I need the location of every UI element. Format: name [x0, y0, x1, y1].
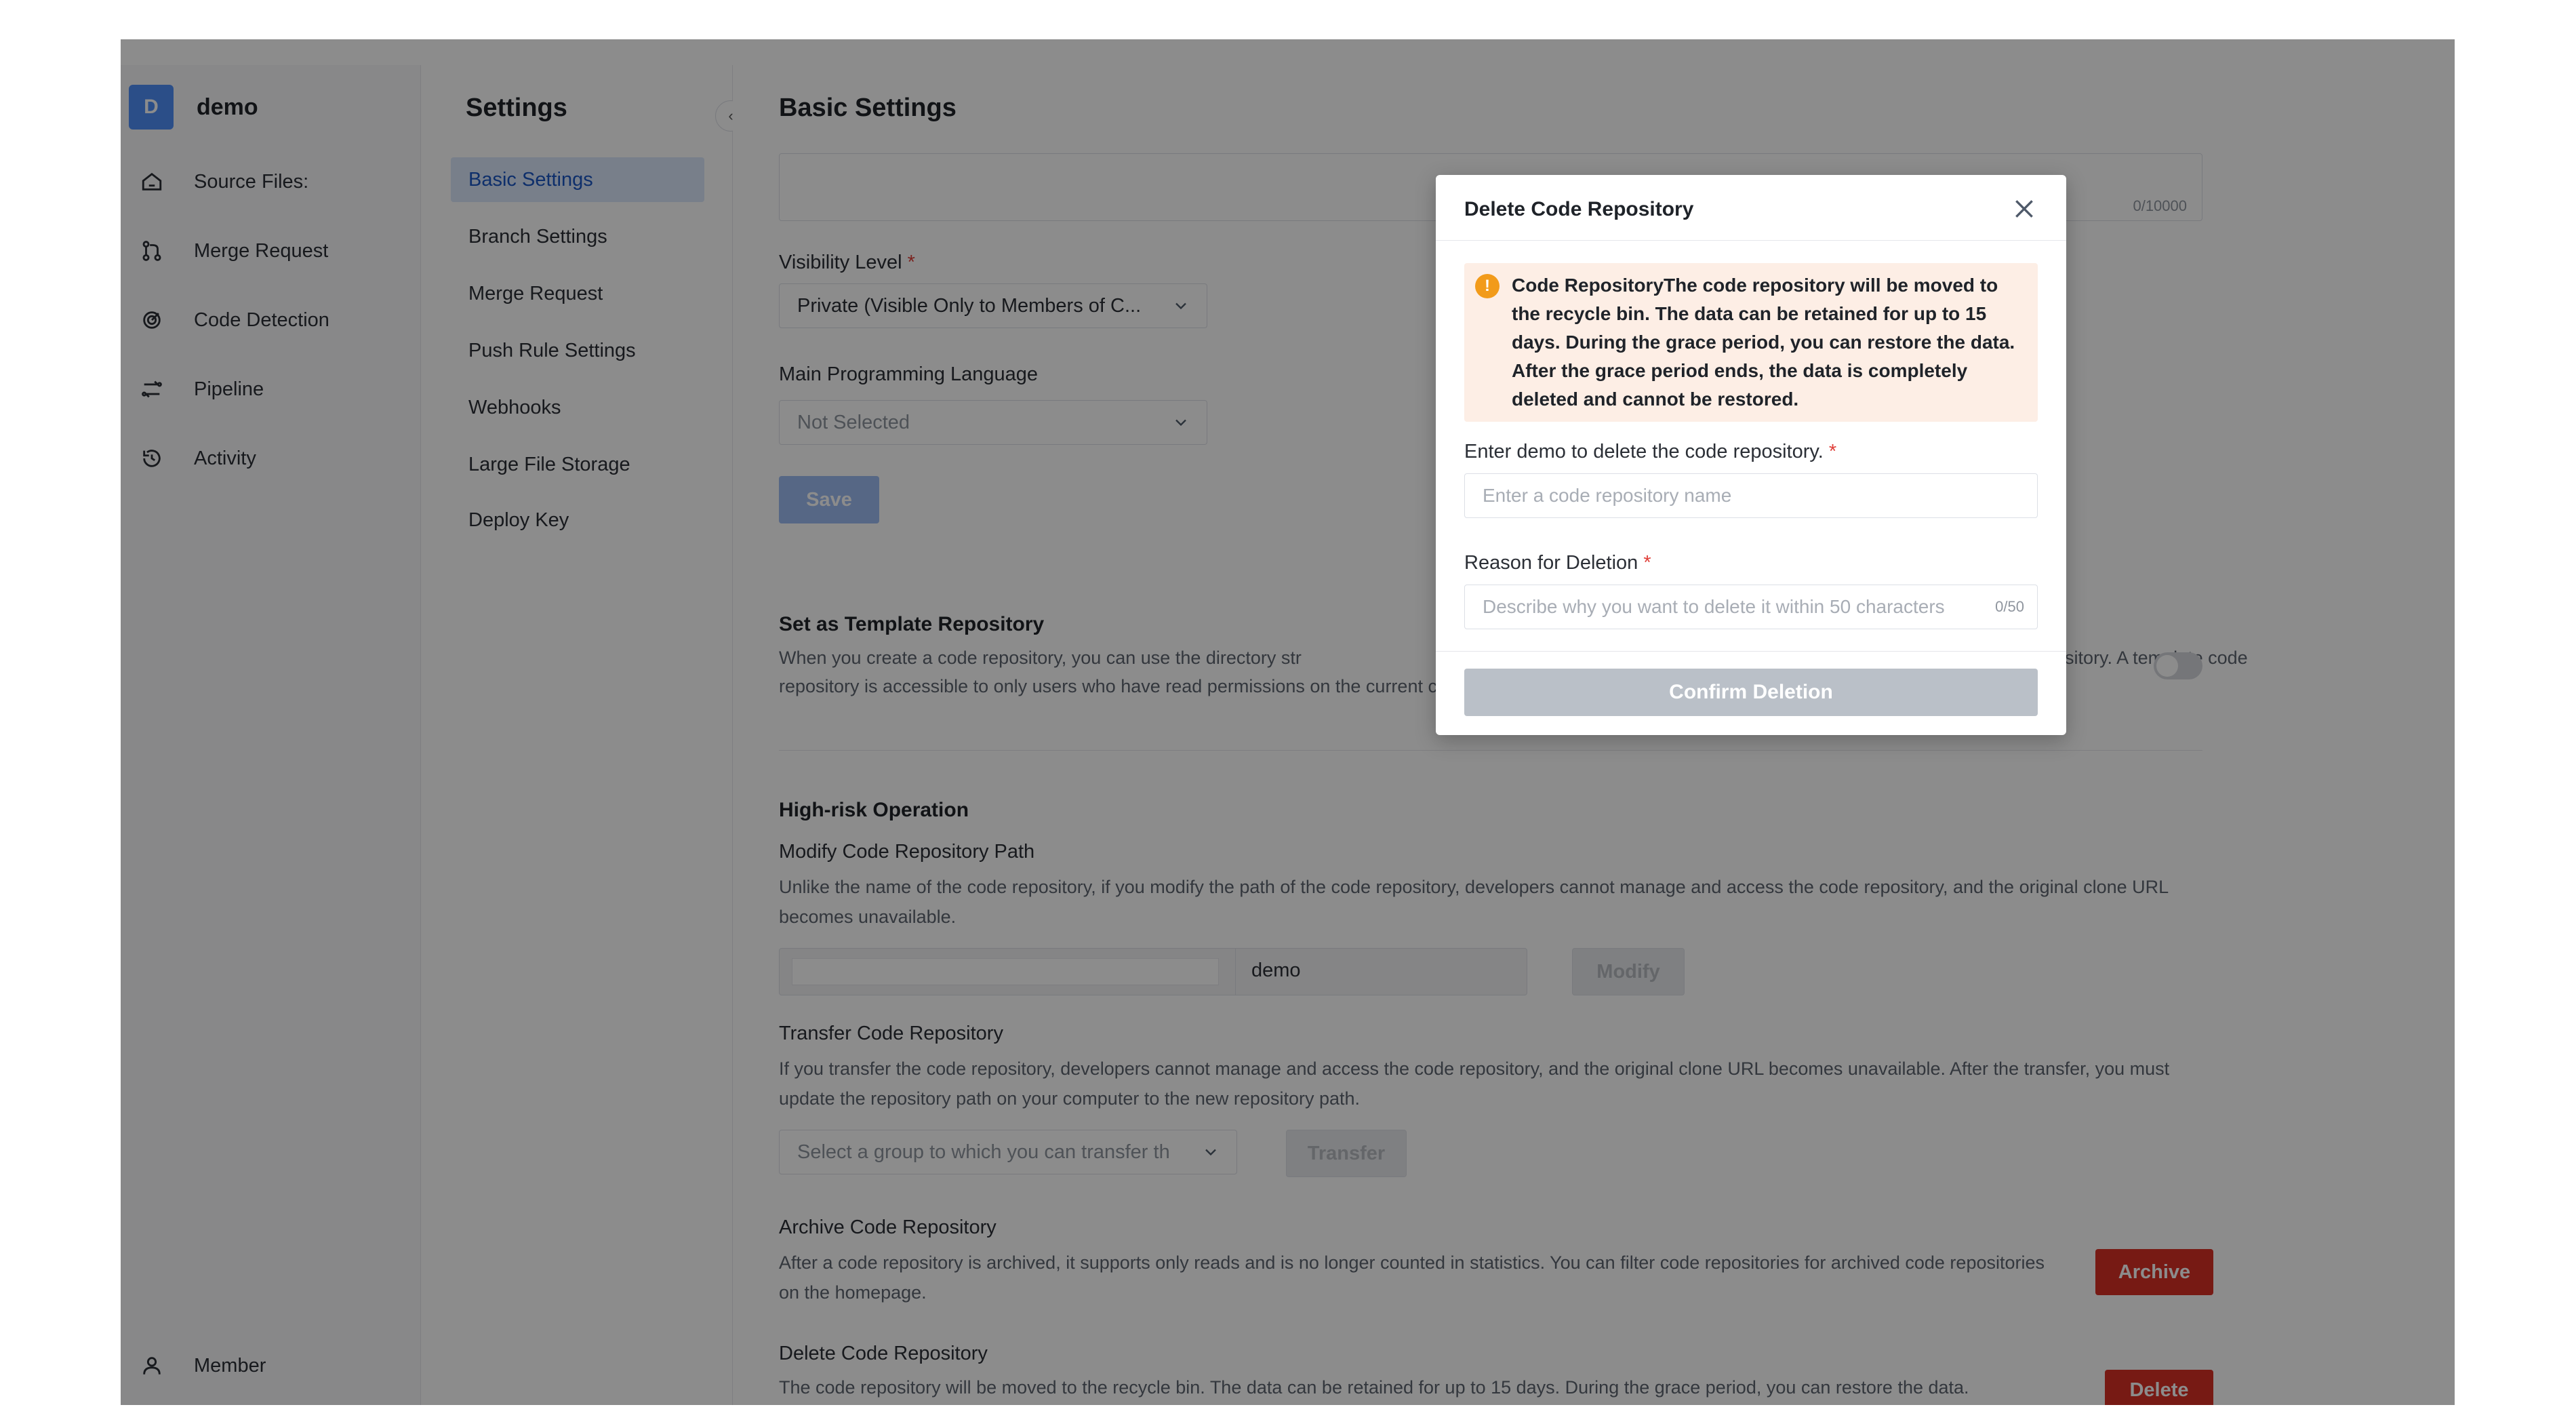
deletion-reason-input[interactable] [1464, 585, 2038, 629]
name-label-text: Enter demo to delete the code repository… [1464, 441, 1824, 462]
reason-counter: 0/50 [1995, 598, 2024, 615]
repository-name-input[interactable] [1464, 473, 2038, 518]
modal-overlay[interactable] [121, 39, 2455, 1405]
confirm-deletion-button[interactable]: Confirm Deletion [1464, 669, 2038, 716]
required-mark: * [1643, 552, 1651, 574]
close-icon[interactable] [2011, 195, 2038, 222]
reason-label: Reason for Deletion * [1464, 552, 1651, 574]
dialog-title: Delete Code Repository [1464, 198, 1694, 220]
required-mark: * [1828, 441, 1837, 462]
warning-icon: ! [1475, 274, 1500, 298]
warning-alert: ! Code RepositoryThe code repository wil… [1464, 263, 2038, 422]
name-label: Enter demo to delete the code repository… [1464, 441, 1836, 463]
dialog-header-divider [1436, 240, 2066, 241]
alert-text: Code RepositoryThe code repository will … [1512, 275, 2015, 410]
reason-label-text: Reason for Deletion [1464, 552, 1638, 574]
app-window: D demo Source Files: Merge Request Code … [121, 39, 2455, 1405]
delete-repository-dialog: Delete Code Repository ! Code Repository… [1436, 175, 2066, 735]
dialog-footer-divider [1436, 651, 2066, 652]
